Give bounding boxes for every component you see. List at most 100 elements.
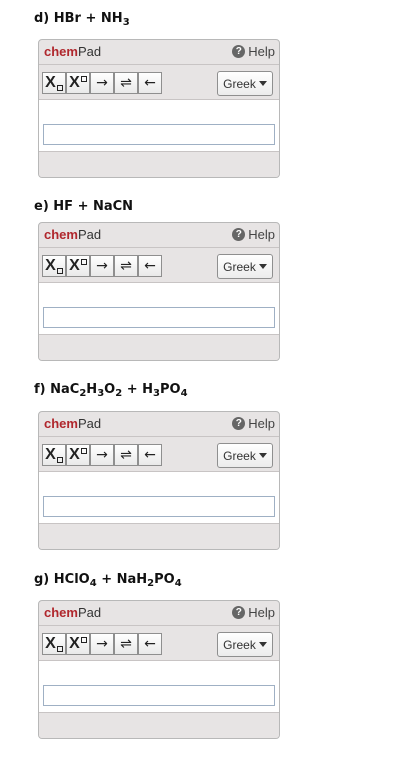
right-arrow-button[interactable]: → bbox=[90, 633, 114, 655]
question-label: e) HF + NaCN bbox=[34, 199, 133, 214]
label-subscript: 3 bbox=[122, 17, 130, 28]
answer-input[interactable] bbox=[43, 685, 275, 706]
question-circle-icon: ? bbox=[232, 417, 246, 430]
chempad-footer bbox=[39, 712, 279, 738]
placeholder-box-icon bbox=[80, 75, 87, 82]
chempad-input-area bbox=[39, 661, 279, 712]
left-arrow-button[interactable]: ← bbox=[138, 444, 162, 466]
help-link[interactable]: ? Help bbox=[232, 227, 275, 242]
right-arrow-icon: → bbox=[96, 636, 108, 652]
placeholder-box-icon bbox=[80, 636, 87, 643]
help-link[interactable]: ? Help bbox=[232, 416, 275, 431]
chempad-widget: chemPad ? Help X X → ⇌ ← Greek bbox=[38, 600, 280, 739]
subscript-button[interactable]: X bbox=[42, 72, 66, 94]
greek-label: Greek bbox=[223, 259, 256, 274]
superscript-icon: X bbox=[69, 257, 80, 274]
equilibrium-arrow-button[interactable]: ⇌ bbox=[114, 255, 138, 277]
label-text: g) HClO bbox=[34, 572, 90, 587]
chempad-toolbar: X X → ⇌ ← Greek bbox=[39, 247, 279, 283]
chempad-input-area bbox=[39, 100, 279, 151]
help-label: Help bbox=[248, 416, 275, 431]
greek-label: Greek bbox=[223, 76, 256, 91]
help-label: Help bbox=[248, 44, 275, 59]
label-text: O bbox=[104, 382, 116, 397]
left-arrow-icon: ← bbox=[144, 258, 156, 274]
label-text: + H bbox=[122, 382, 154, 397]
chempad-toolbar: X X → ⇌ ← Greek bbox=[39, 625, 279, 661]
question-label: f) NaC2H3O2 + H3PO4 bbox=[34, 382, 188, 399]
superscript-button[interactable]: X bbox=[66, 255, 90, 277]
label-subscript: 4 bbox=[174, 578, 182, 589]
caret-down-icon bbox=[258, 264, 267, 269]
left-arrow-button[interactable]: ← bbox=[138, 255, 162, 277]
caret-down-icon bbox=[258, 81, 267, 86]
superscript-icon: X bbox=[69, 446, 80, 463]
right-arrow-button[interactable]: → bbox=[90, 255, 114, 277]
question-circle-icon: ? bbox=[232, 45, 246, 58]
placeholder-box-icon bbox=[80, 447, 87, 454]
chempad-logo-chem: chem bbox=[44, 227, 78, 242]
chempad-footer bbox=[39, 151, 279, 177]
right-arrow-button[interactable]: → bbox=[90, 444, 114, 466]
equilibrium-arrow-icon: ⇌ bbox=[120, 258, 132, 274]
chempad-header: chemPad? Help bbox=[39, 223, 279, 247]
subscript-icon: X bbox=[45, 74, 56, 91]
placeholder-box-icon bbox=[56, 456, 63, 463]
subscript-button[interactable]: X bbox=[42, 444, 66, 466]
help-label: Help bbox=[248, 227, 275, 242]
superscript-icon: X bbox=[69, 635, 80, 652]
left-arrow-icon: ← bbox=[144, 636, 156, 652]
placeholder-box-icon bbox=[80, 258, 87, 265]
chempad-header: chemPad ? Help bbox=[39, 601, 279, 625]
superscript-button[interactable]: X bbox=[66, 72, 90, 94]
chempad-header: chemPad? Help bbox=[39, 412, 279, 436]
equilibrium-arrow-button[interactable]: ⇌ bbox=[114, 72, 138, 94]
chempad-input-area bbox=[39, 472, 279, 523]
subscript-icon: X bbox=[45, 257, 56, 274]
help-link[interactable]: ? Help bbox=[232, 605, 275, 620]
greek-label: Greek bbox=[223, 637, 256, 652]
superscript-button[interactable]: X bbox=[66, 633, 90, 655]
greek-label: Greek bbox=[223, 448, 256, 463]
greek-dropdown[interactable]: Greek bbox=[217, 632, 273, 657]
superscript-button[interactable]: X bbox=[66, 444, 90, 466]
equilibrium-arrow-icon: ⇌ bbox=[120, 636, 132, 652]
equilibrium-arrow-button[interactable]: ⇌ bbox=[114, 633, 138, 655]
chempad-logo-chem: chem bbox=[44, 416, 78, 431]
question-circle-icon: ? bbox=[232, 228, 246, 241]
equilibrium-arrow-icon: ⇌ bbox=[120, 75, 132, 91]
right-arrow-icon: → bbox=[96, 447, 108, 463]
chempad-logo-pad: Pad bbox=[77, 605, 102, 620]
left-arrow-button[interactable]: ← bbox=[138, 72, 162, 94]
left-arrow-button[interactable]: ← bbox=[138, 633, 162, 655]
label-subscript: 3 bbox=[153, 388, 160, 399]
answer-input[interactable] bbox=[43, 496, 275, 517]
greek-dropdown[interactable]: Greek bbox=[217, 443, 273, 468]
chempad-widget: chemPad? Help X X → ⇌ ← Greek bbox=[38, 222, 280, 361]
left-arrow-icon: ← bbox=[144, 447, 156, 463]
chempad-logo-pad: Pad bbox=[77, 227, 102, 242]
chempad-logo: chemPad bbox=[44, 416, 101, 431]
answer-input[interactable] bbox=[43, 307, 275, 328]
question-label: d) HBr + NH3 bbox=[34, 11, 130, 28]
chempad-logo-pad: Pad bbox=[77, 44, 102, 59]
right-arrow-icon: → bbox=[96, 75, 108, 91]
greek-dropdown[interactable]: Greek bbox=[217, 71, 273, 96]
chempad-logo: chemPad bbox=[44, 605, 101, 620]
chempad-logo-chem: chem bbox=[44, 605, 78, 620]
help-link[interactable]: ? Help bbox=[232, 44, 275, 59]
chempad-logo-chem: chem bbox=[44, 44, 78, 59]
label-text: + NaH bbox=[96, 572, 148, 587]
equilibrium-arrow-button[interactable]: ⇌ bbox=[114, 444, 138, 466]
answer-input[interactable] bbox=[43, 124, 275, 145]
subscript-button[interactable]: X bbox=[42, 255, 66, 277]
subscript-button[interactable]: X bbox=[42, 633, 66, 655]
right-arrow-icon: → bbox=[96, 258, 108, 274]
equilibrium-arrow-icon: ⇌ bbox=[120, 447, 132, 463]
label-text: PO bbox=[154, 572, 175, 587]
chempad-header: chemPad? Help bbox=[39, 40, 279, 64]
greek-dropdown[interactable]: Greek bbox=[217, 254, 273, 279]
superscript-icon: X bbox=[69, 74, 80, 91]
right-arrow-button[interactable]: → bbox=[90, 72, 114, 94]
label-text: f) NaC bbox=[34, 382, 80, 397]
